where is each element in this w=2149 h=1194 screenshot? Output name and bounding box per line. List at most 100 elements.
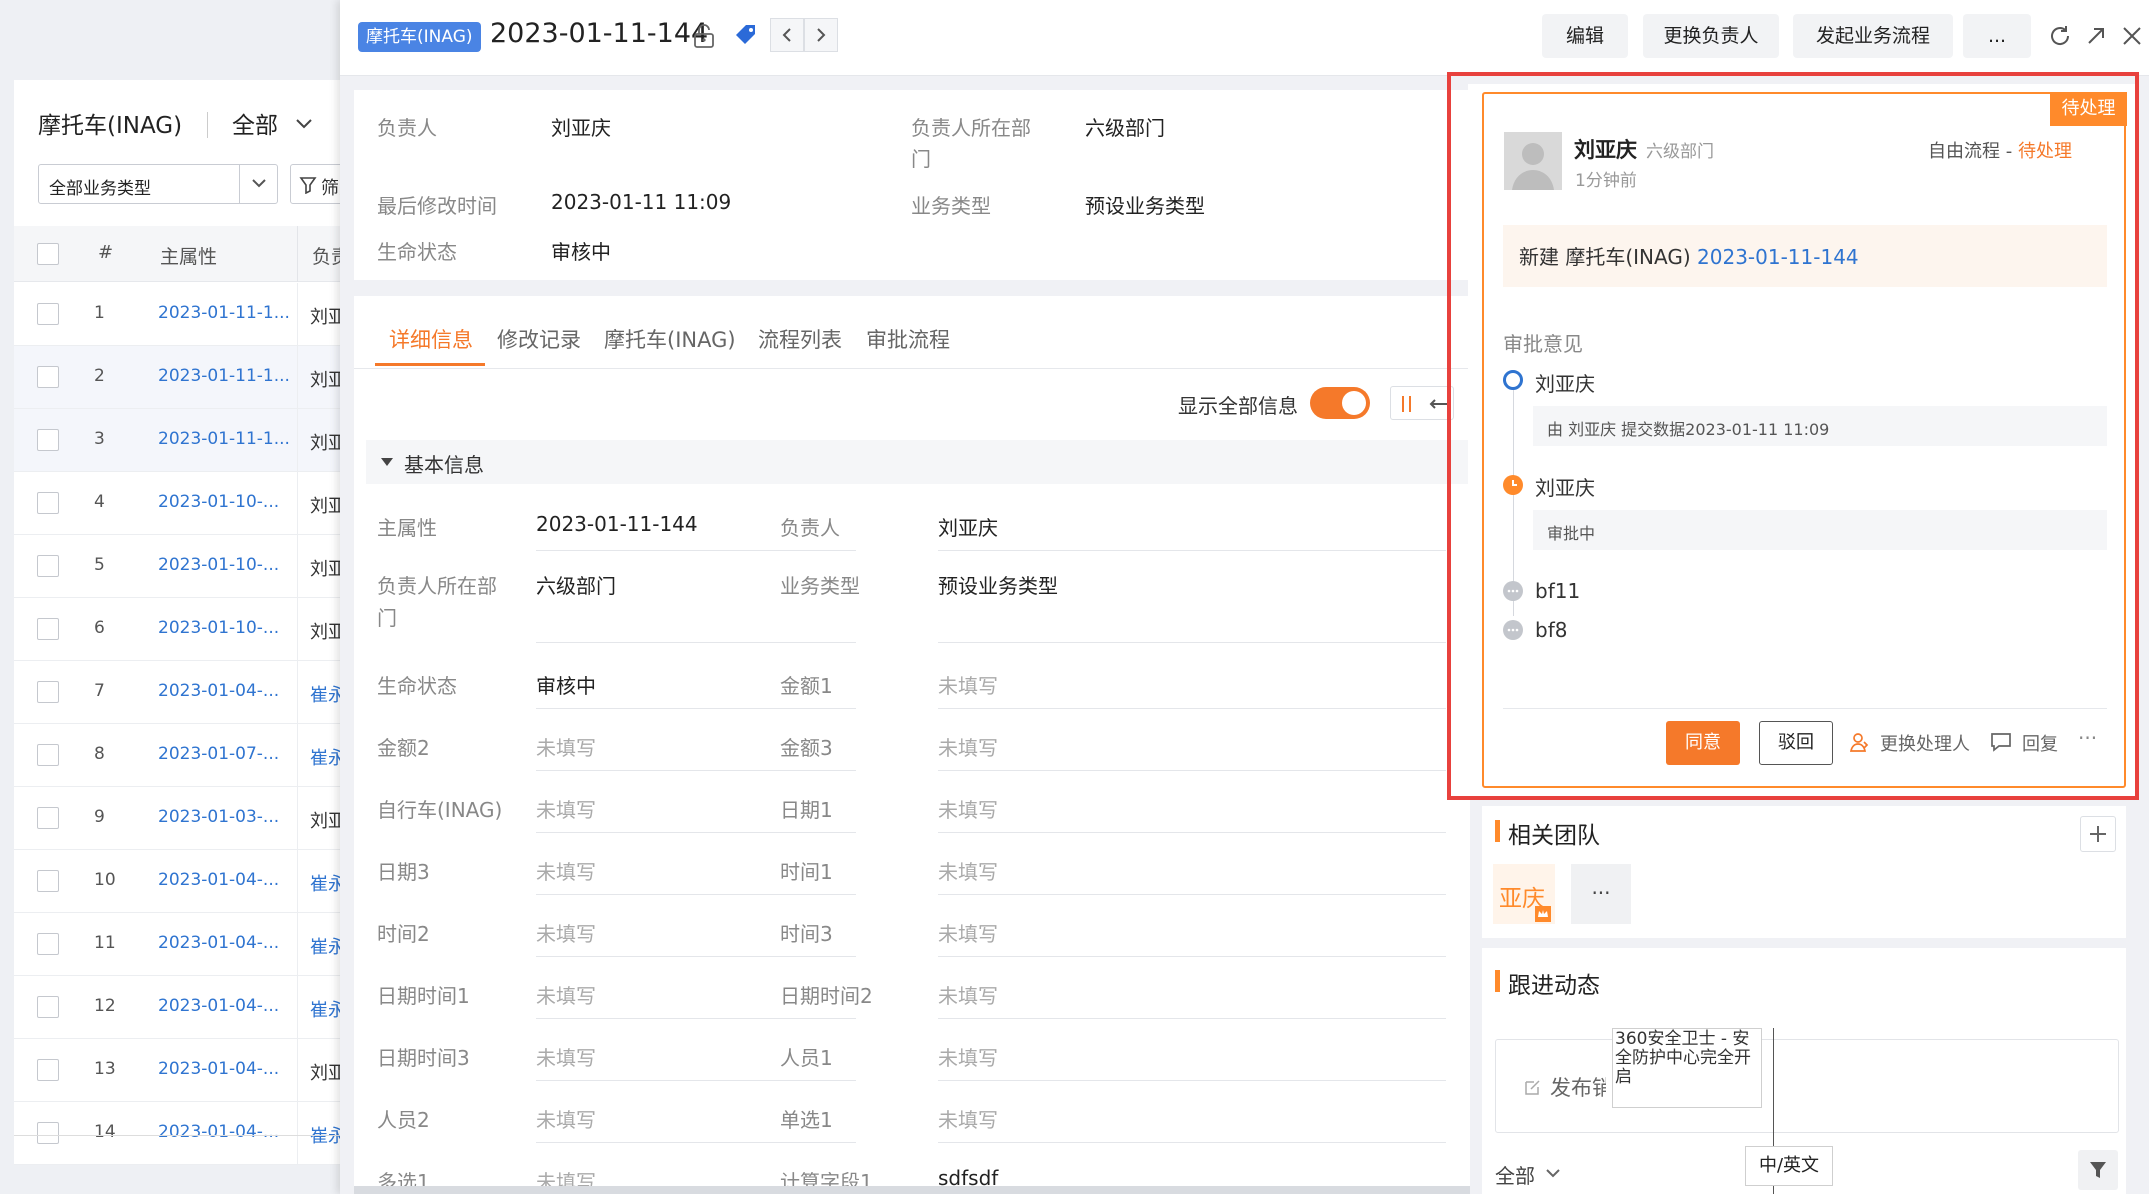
field-label: 日期3 [377, 860, 430, 884]
row-main-attribute-link[interactable]: 2023-01-04-... [158, 1059, 279, 1079]
row-checkbox[interactable] [37, 807, 59, 829]
row-checkbox[interactable] [37, 618, 59, 640]
chevron-down-icon[interactable] [295, 118, 313, 130]
caret-down-icon [381, 458, 393, 466]
row-main-attribute-link[interactable]: 2023-01-10-... [158, 555, 279, 575]
chevron-left-icon [782, 28, 791, 42]
row-checkbox[interactable] [37, 744, 59, 766]
team-member-avatar[interactable]: 亚庆 [1493, 864, 1555, 924]
column-main-attribute[interactable]: 主属性 [160, 242, 217, 269]
security-tooltip: 360安全卫士 - 安全防护中心完全开启 [1612, 1028, 1762, 1108]
add-team-member-button[interactable] [2080, 816, 2116, 852]
table-row[interactable]: 32023-01-11-1...刘亚庆 [14, 409, 354, 472]
row-main-attribute-link[interactable]: 2023-01-11-1... [158, 303, 290, 323]
row-checkbox[interactable] [37, 1059, 59, 1081]
follow-filter-dropdown[interactable]: 全部 [1495, 1160, 1560, 1189]
tab-motorcycle[interactable]: 摩托车(INAG) [604, 324, 736, 354]
follow-filter-button[interactable] [2078, 1150, 2118, 1190]
row-main-attribute-link[interactable]: 2023-01-04-... [158, 681, 279, 701]
edit-button[interactable]: 编辑 [1542, 14, 1628, 58]
field-label: 单选1 [780, 1108, 833, 1132]
field-empty-value: 未填写 [938, 1108, 998, 1132]
row-main-attribute-link[interactable]: 2023-01-04-... [158, 870, 279, 890]
row-main-attribute-link[interactable]: 2023-01-03-... [158, 807, 279, 827]
close-icon[interactable] [2120, 24, 2144, 48]
row-main-attribute-link[interactable]: 2023-01-10-... [158, 492, 279, 512]
table-row[interactable]: 52023-01-10-...刘亚庆 [14, 535, 354, 598]
active-tab-underline [375, 363, 485, 366]
change-owner-button[interactable]: 更换负责人 [1643, 14, 1779, 58]
table-row[interactable]: 7 2023-01-04-... 崔永 [14, 661, 346, 724]
ime-switch-popup[interactable]: 中/英文 [1745, 1146, 1833, 1186]
field-empty-value: 未填写 [536, 1108, 596, 1132]
table-row[interactable]: 42023-01-10-...刘亚庆 [14, 472, 354, 535]
row-main-attribute-link[interactable]: 2023-01-11-1... [158, 366, 290, 386]
row-main-attribute-link[interactable]: 2023-01-07-... [158, 744, 279, 764]
crown-icon [1535, 906, 1551, 922]
table-row[interactable]: 12 2023-01-04-... 崔永 [14, 976, 346, 1039]
table-row[interactable]: 11 2023-01-04-... 崔永 [14, 913, 346, 976]
row-checkbox[interactable] [37, 1122, 59, 1144]
row-checkbox[interactable] [37, 366, 59, 388]
field-label: 日期1 [780, 798, 833, 822]
list-scope-dropdown[interactable]: 全部 [232, 106, 278, 140]
tab-approval-flow[interactable]: 审批流程 [866, 324, 950, 354]
lock-icon[interactable] [692, 23, 716, 49]
tag-icon[interactable] [733, 22, 759, 48]
field-label: 生命状态 [377, 674, 457, 698]
row-main-attribute-link[interactable]: 2023-01-04-... [158, 996, 279, 1016]
field-value: 六级部门 [536, 574, 616, 598]
horizontal-scrollbar[interactable] [354, 1186, 1470, 1194]
row-checkbox[interactable] [37, 870, 59, 892]
table-row[interactable]: 132023-01-04-...刘亚庆 [14, 1039, 354, 1102]
more-actions-button[interactable]: ... [1963, 14, 2031, 58]
expand-icon[interactable] [2084, 24, 2108, 48]
field-label-wrap: 门 [377, 606, 397, 630]
table-row[interactable]: 8 2023-01-07-... 崔永 [14, 724, 346, 787]
next-record-button[interactable] [804, 18, 838, 52]
row-main-attribute-link[interactable]: 2023-01-04-... [158, 1122, 279, 1142]
field-empty-value: 未填写 [536, 736, 596, 760]
row-main-attribute-link[interactable]: 2023-01-11-1... [158, 429, 290, 449]
row-checkbox[interactable] [37, 555, 59, 577]
tab-change-log[interactable]: 修改记录 [497, 324, 581, 354]
row-index: 7 [94, 681, 105, 701]
table-row[interactable]: 22023-01-11-1...刘亚庆 [14, 346, 354, 409]
row-checkbox[interactable] [37, 996, 59, 1018]
refresh-icon[interactable] [2048, 24, 2072, 48]
show-all-info-toggle[interactable] [1310, 387, 1370, 419]
row-checkbox[interactable] [37, 933, 59, 955]
row-index: 3 [94, 429, 105, 449]
select-all-checkbox[interactable] [37, 243, 59, 265]
table-row[interactable]: 62023-01-10-...刘亚庆 [14, 598, 354, 661]
field-label: 金额2 [377, 736, 430, 760]
related-team-title: 相关团队 [1508, 823, 1600, 849]
row-checkbox[interactable] [37, 429, 59, 451]
tab-flow-list[interactable]: 流程列表 [758, 324, 842, 354]
title-divider [207, 112, 208, 138]
basic-info-section-header[interactable]: 基本信息 [366, 440, 1470, 484]
previous-record-button[interactable] [770, 18, 804, 52]
more-team-members[interactable]: ··· [1571, 864, 1631, 924]
table-row[interactable]: 12023-01-11-1...刘亚庆 [14, 283, 354, 346]
edit-icon [1525, 1080, 1540, 1095]
row-checkbox[interactable] [37, 303, 59, 325]
table-row[interactable]: 14 2023-01-04-... 崔永 [14, 1102, 346, 1165]
row-index: 12 [94, 996, 116, 1016]
basic-info-title: 基本信息 [404, 453, 484, 477]
table-row[interactable]: 10 2023-01-04-... 崔永 [14, 850, 346, 913]
row-main-attribute-link[interactable]: 2023-01-04-... [158, 933, 279, 953]
layout-toggle-button[interactable] [1390, 386, 1454, 420]
row-checkbox[interactable] [37, 492, 59, 514]
business-type-select[interactable]: 全部业务类型 [38, 164, 278, 204]
field-label: 时间3 [780, 922, 833, 946]
plus-icon [2090, 826, 2106, 842]
start-flow-button[interactable]: 发起业务流程 [1793, 14, 1953, 58]
table-row[interactable]: 92023-01-03-...刘亚庆 [14, 787, 354, 850]
row-main-attribute-link[interactable]: 2023-01-10-... [158, 618, 279, 638]
tab-detail-info[interactable]: 详细信息 [389, 324, 473, 354]
publish-record-input[interactable]: 发布销售记录 [1495, 1039, 2119, 1133]
row-checkbox[interactable] [37, 681, 59, 703]
business-type-value: 全部业务类型 [49, 179, 151, 199]
field-label: 日期时间3 [377, 1046, 470, 1070]
